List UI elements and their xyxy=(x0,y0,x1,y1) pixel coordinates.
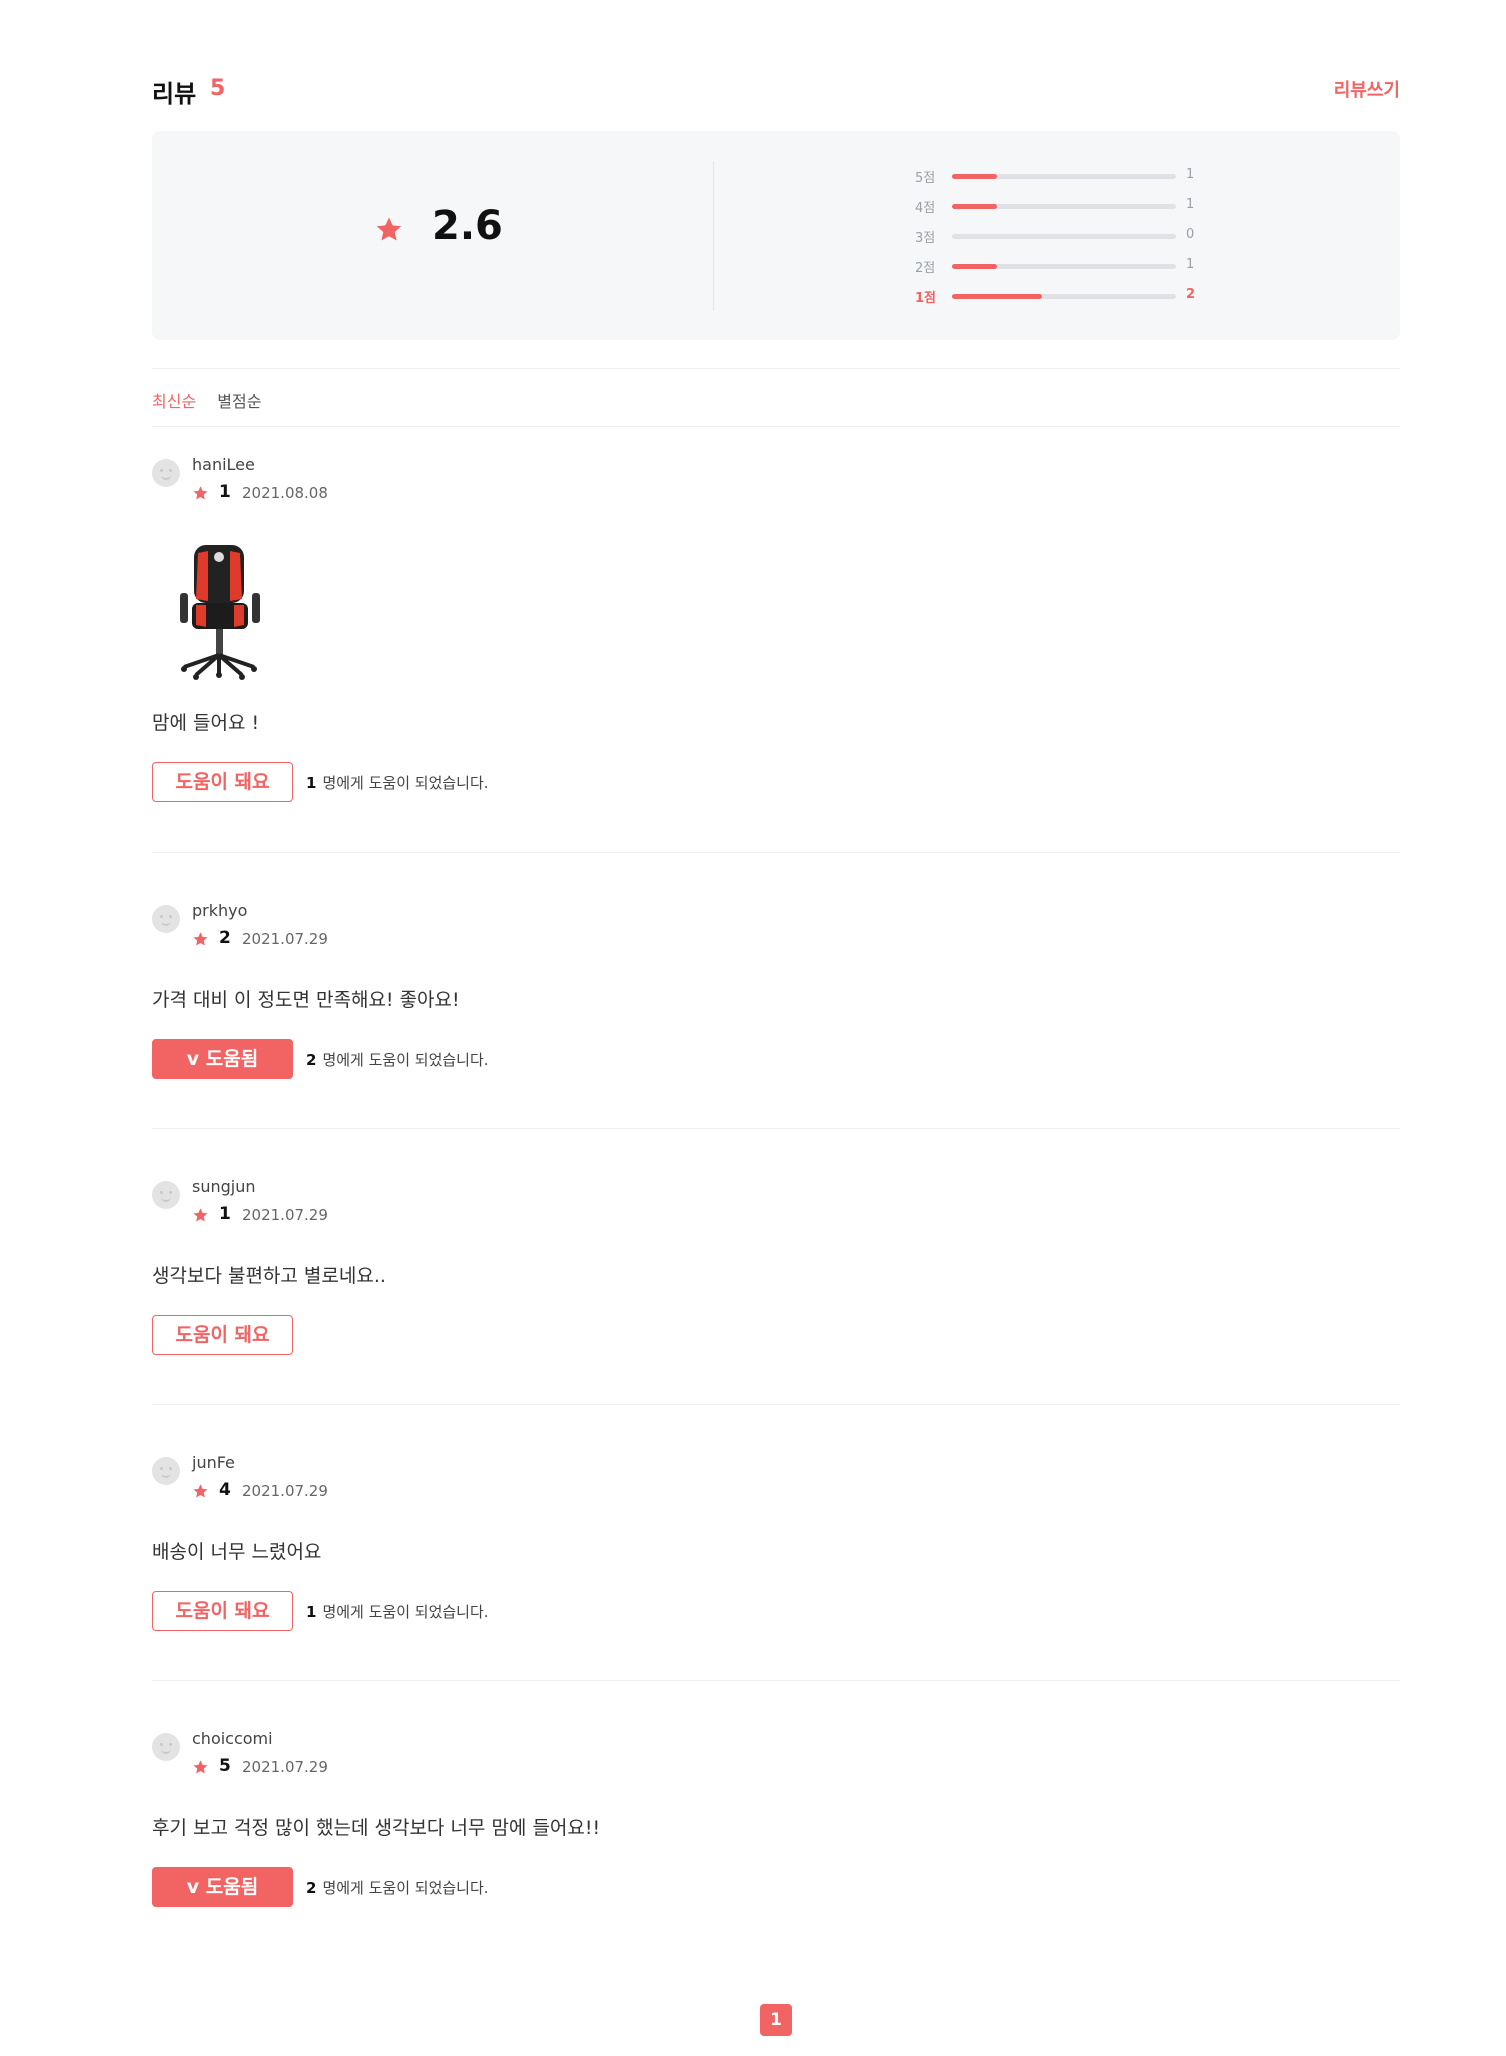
review-score: 1 xyxy=(219,482,231,502)
star-icon xyxy=(193,1760,208,1774)
divider xyxy=(152,1680,1400,1681)
rating-bar xyxy=(952,174,1176,179)
review-text: 가격 대비 이 정도면 만족해요! 좋아요! xyxy=(152,989,460,1011)
rating-row-1: 1점 2 xyxy=(152,285,1400,309)
helpful-count: 1 명에게 도움이 되었습니다. xyxy=(306,1603,489,1621)
helpful-button[interactable]: 도움이 돼요 xyxy=(152,762,293,802)
star-icon xyxy=(193,932,208,946)
smiley-icon xyxy=(152,1181,180,1209)
review-photo[interactable] xyxy=(166,531,276,681)
review-username: prkhyo xyxy=(192,901,248,920)
pagination-page[interactable]: 1 xyxy=(760,2004,792,2036)
helpful-button[interactable]: 도움이 돼요 xyxy=(152,1315,293,1355)
smiley-icon xyxy=(152,905,180,933)
write-review-link[interactable]: 리뷰쓰기 xyxy=(1334,76,1400,102)
helpful-count: 1 명에게 도움이 되었습니다. xyxy=(306,774,489,792)
star-icon xyxy=(193,1208,208,1222)
helpful-button-active[interactable]: v 도움됨 xyxy=(152,1039,293,1079)
divider xyxy=(152,368,1400,369)
rating-row-count: 1 xyxy=(1186,197,1195,212)
sort-rating[interactable]: 별점순 xyxy=(217,392,261,411)
helpful-button-active[interactable]: v 도움됨 xyxy=(152,1867,293,1907)
rating-bar xyxy=(952,204,1176,209)
rating-row-count: 1 xyxy=(1186,167,1195,182)
rating-row-4: 4점 1 xyxy=(152,195,1400,219)
review-header: 리뷰 5 리뷰쓰기 xyxy=(152,74,1400,110)
rating-bar-fill xyxy=(952,264,997,269)
rating-row-label: 3점 xyxy=(915,231,936,246)
review-title: 리뷰 xyxy=(152,80,197,108)
review-score: 4 xyxy=(219,1480,231,1500)
rating-row-count: 0 xyxy=(1186,227,1195,242)
review-text: 맘에 들어요 ! xyxy=(152,712,260,734)
review-date: 2021.07.29 xyxy=(242,1482,328,1500)
review-score: 1 xyxy=(219,1204,231,1224)
review-date: 2021.08.08 xyxy=(242,484,328,502)
rating-row-count: 1 xyxy=(1186,257,1195,272)
review-score: 2 xyxy=(219,928,231,948)
review-text: 배송이 너무 느렸어요 xyxy=(152,1541,322,1563)
smiley-icon xyxy=(152,1733,180,1761)
review-date: 2021.07.29 xyxy=(242,1206,328,1224)
helpful-count: 2 명에게 도움이 되었습니다. xyxy=(306,1051,489,1069)
review-text: 후기 보고 걱정 많이 했는데 생각보다 너무 맘에 들어요!! xyxy=(152,1817,601,1839)
review-username: choiccomi xyxy=(192,1729,273,1748)
sort-latest[interactable]: 최신순 xyxy=(152,392,196,411)
smiley-icon xyxy=(152,1457,180,1485)
rating-summary: 2.6 5점 1 4점 1 3점 0 2점 1 1점 2 xyxy=(152,131,1400,340)
star-icon xyxy=(193,486,208,500)
helpful-count: 2 명에게 도움이 되었습니다. xyxy=(306,1879,489,1897)
rating-row-3: 3점 0 xyxy=(152,225,1400,249)
rating-bar-fill xyxy=(952,174,997,179)
review-text: 생각보다 불편하고 별로네요.. xyxy=(152,1265,386,1287)
rating-bar xyxy=(952,234,1176,239)
rating-row-2: 2점 1 xyxy=(152,255,1400,279)
rating-bar xyxy=(952,264,1176,269)
review-date: 2021.07.29 xyxy=(242,1758,328,1776)
rating-row-label: 1점 xyxy=(915,291,937,306)
review-date: 2021.07.29 xyxy=(242,930,328,948)
review-username: haniLee xyxy=(192,455,255,474)
rating-bar-fill xyxy=(952,204,997,209)
review-score: 5 xyxy=(219,1756,231,1776)
rating-row-label: 2점 xyxy=(915,261,936,276)
rating-row-count: 2 xyxy=(1186,287,1196,302)
rating-bar xyxy=(952,294,1176,299)
smiley-icon xyxy=(152,459,180,487)
rating-row-label: 4점 xyxy=(915,201,936,216)
divider xyxy=(152,426,1400,427)
helpful-button[interactable]: 도움이 돼요 xyxy=(152,1591,293,1631)
divider xyxy=(152,1128,1400,1129)
review-count: 5 xyxy=(210,76,226,101)
rating-row-5: 5점 1 xyxy=(152,165,1400,189)
rating-bar-fill xyxy=(952,294,1042,299)
sort-tabs: 최신순 별점순 xyxy=(152,388,277,412)
review-username: junFe xyxy=(192,1453,235,1472)
divider xyxy=(152,1404,1400,1405)
star-icon xyxy=(193,1484,208,1498)
review-username: sungjun xyxy=(192,1177,256,1196)
rating-row-label: 5점 xyxy=(915,171,936,186)
divider xyxy=(152,852,1400,853)
